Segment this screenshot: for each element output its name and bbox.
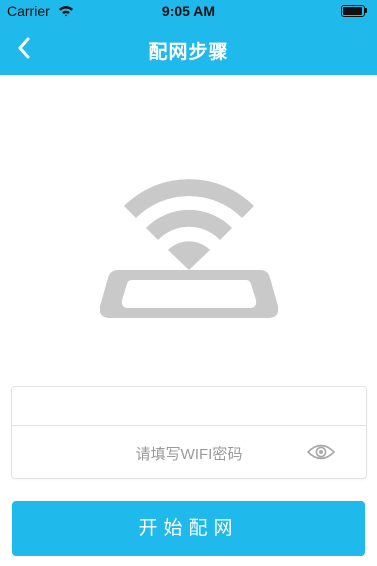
page-title: 配网步骤	[148, 42, 229, 63]
toggle-password-visibility-button[interactable]	[306, 440, 336, 464]
start-config-button[interactable]: 开始配网	[12, 501, 365, 556]
navigation-bar: 配网步骤	[0, 22, 377, 75]
status-time: 9:05 AM	[161, 3, 216, 19]
app-header: Carrier 9:05 AM 配网步骤	[0, 0, 377, 75]
router-wifi-icon	[99, 160, 279, 320]
status-bar: Carrier 9:05 AM	[0, 0, 377, 22]
battery-icon	[341, 5, 367, 17]
wifi-form: 请填写WIFI密码	[11, 386, 367, 479]
wifi-password-field[interactable]: 请填写WIFI密码	[12, 426, 366, 478]
wifi-ssid-field[interactable]	[12, 387, 366, 425]
eye-icon	[306, 444, 336, 468]
